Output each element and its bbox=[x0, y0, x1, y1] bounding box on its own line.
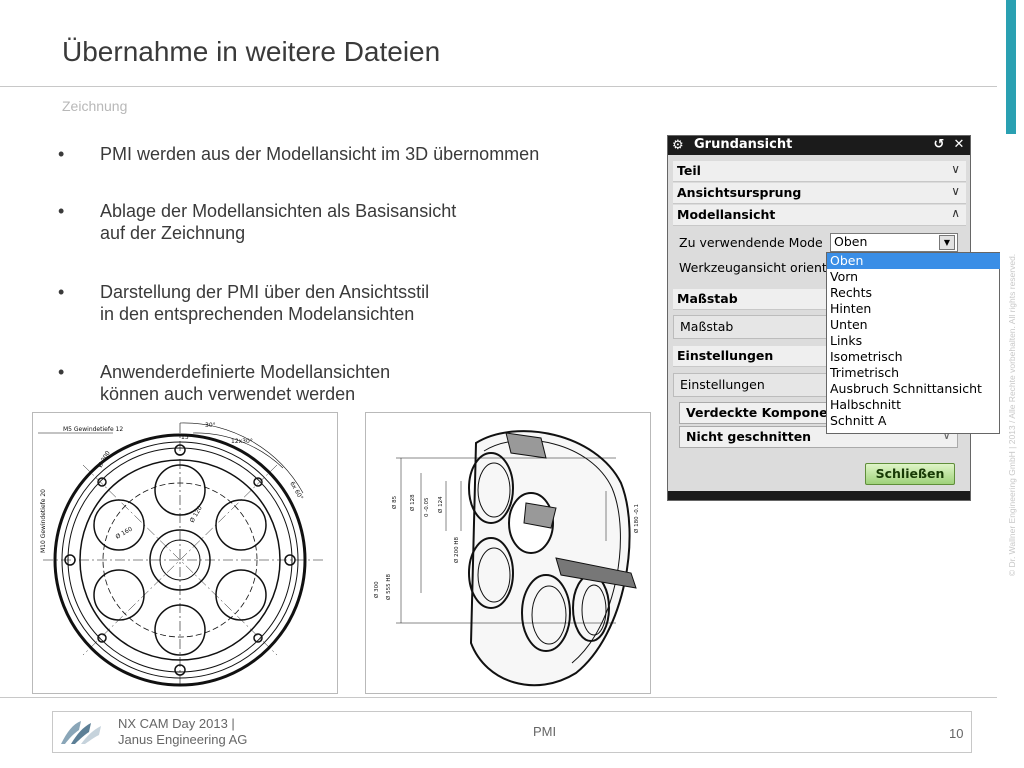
copyright-text: © Dr. Wallner Engineering GmbH | 2013 / … bbox=[1007, 253, 1017, 577]
dropdown-option-rechts[interactable]: Rechts bbox=[827, 285, 1000, 301]
dropdown-option-hinten[interactable]: Hinten bbox=[827, 301, 1000, 317]
dropdown-option-schnitt-a[interactable]: Schnitt A bbox=[827, 413, 1000, 429]
bullet-text: Darstellung der PMI über den Ansichtssti… bbox=[100, 282, 430, 324]
footer-topic: PMI bbox=[533, 724, 557, 739]
section-label: Verdeckte Komponen bbox=[686, 405, 837, 420]
copyright-notice: © Dr. Wallner Engineering GmbH | 2013 / … bbox=[1002, 230, 1017, 610]
dropdown-option-halbschnitt[interactable]: Halbschnitt bbox=[827, 397, 1000, 413]
annotation-dia-160: Ø 160 bbox=[115, 526, 134, 541]
page-number: 10 bbox=[949, 726, 964, 741]
annotation-angle-12x30: 12x30° bbox=[231, 438, 253, 445]
label-massstab: Maßstab bbox=[680, 319, 734, 334]
dropdown-option-unten[interactable]: Unten bbox=[827, 317, 1000, 333]
bullet-text: PMI werden aus der Modellansicht im 3D ü… bbox=[100, 144, 540, 164]
dropdown-option-vorn[interactable]: Vorn bbox=[827, 269, 1000, 285]
bullet-marker: • bbox=[58, 362, 65, 382]
annotation-angle-15: 15° bbox=[181, 434, 192, 441]
section-label: Einstellungen bbox=[677, 348, 774, 363]
dropdown-option-trimetrisch[interactable]: Trimetrisch bbox=[827, 365, 1000, 381]
annotation-thread-m10: M10 Gewindetiefe 20 bbox=[40, 489, 47, 553]
schliessen-button[interactable]: Schließen bbox=[865, 463, 955, 485]
annotation-dia-555-h8: Ø 555 H8 bbox=[385, 574, 392, 600]
bullet-marker: • bbox=[58, 282, 65, 302]
section-ansichtsursprung[interactable]: Ansichtsursprung ∨ bbox=[673, 183, 966, 204]
chevron-down-icon[interactable]: ▼ bbox=[939, 235, 955, 250]
drawing-front-view: M5 Gewindetiefe 12 15° 30° 12x30° M10 Ge… bbox=[32, 412, 338, 694]
title-divider bbox=[0, 86, 997, 87]
slide-title: Übernahme in weitere Dateien bbox=[62, 36, 441, 67]
dialog-title: Grundansicht bbox=[694, 137, 793, 152]
annotation-dia-124: Ø 124 bbox=[437, 496, 444, 513]
bullet-text: Ablage der Modellansichten als Basisansi… bbox=[100, 201, 457, 243]
drawing-isometric-view: Ø 85 Ø 128 0 -0.05 Ø 124 Ø 200 H8 Ø 180 … bbox=[365, 412, 651, 694]
model-view-dropdown: Oben Vorn Rechts Hinten Unten Links Isom… bbox=[826, 252, 1000, 434]
footer-company: NX CAM Day 2013 | Janus Engineering AG bbox=[118, 716, 248, 747]
label-zu-verwendende-mode: Zu verwendende Mode bbox=[679, 235, 823, 250]
annotation-dia-85: Ø 85 bbox=[391, 495, 398, 509]
bullet-marker: • bbox=[58, 201, 65, 221]
annotation-angle-30: 30° bbox=[205, 422, 216, 429]
chevron-down-icon: ∨ bbox=[951, 162, 960, 176]
front-view-graphic: M5 Gewindetiefe 12 15° 30° 12x30° M10 Ge… bbox=[38, 422, 323, 688]
footer-divider bbox=[0, 697, 997, 698]
model-view-select[interactable]: Oben ▼ bbox=[830, 233, 958, 252]
model-view-select-value: Oben bbox=[834, 234, 868, 249]
footer: NX CAM Day 2013 | Janus Engineering AG P… bbox=[52, 711, 972, 753]
gear-icon[interactable]: ⚙ bbox=[672, 138, 684, 153]
section-teil[interactable]: Teil ∨ bbox=[673, 161, 966, 182]
annotation-thread-m5: M5 Gewindetiefe 12 bbox=[63, 426, 123, 433]
section-label: Nicht geschnitten bbox=[686, 429, 812, 444]
annotation-dia-300: Ø 300 bbox=[373, 581, 380, 598]
chevron-up-icon: ∧ bbox=[951, 206, 960, 220]
isometric-view-graphic: Ø 85 Ø 128 0 -0.05 Ø 124 Ø 200 H8 Ø 180 … bbox=[373, 430, 640, 687]
annotation-tolerance: 0 -0.05 bbox=[424, 497, 430, 517]
label-werkzeugansicht: Werkzeugansicht orient bbox=[679, 260, 827, 275]
section-label: Ansichtsursprung bbox=[677, 185, 802, 200]
label-einstellungen: Einstellungen bbox=[680, 377, 765, 392]
section-modellansicht[interactable]: Modellansicht ∧ bbox=[673, 205, 966, 226]
dialog-title-bar[interactable]: ⚙ Grundansicht ↺ ✕ bbox=[668, 136, 970, 155]
annotation-dia-180: Ø 180 -0.1 bbox=[633, 504, 640, 533]
bullet-text: Anwenderdefinierte Modellansichten könne… bbox=[100, 362, 391, 404]
section-label: Maßstab bbox=[677, 291, 738, 306]
chevron-down-icon: ∨ bbox=[951, 184, 960, 198]
close-icon[interactable]: ✕ bbox=[950, 137, 968, 154]
annotation-dia-200-h8: Ø 200 H8 bbox=[453, 537, 460, 563]
slide-subtitle: Zeichnung bbox=[62, 98, 128, 114]
reset-icon[interactable]: ↺ bbox=[930, 137, 948, 154]
section-label: Modellansicht bbox=[677, 207, 776, 222]
company-logo-icon bbox=[61, 721, 101, 744]
bullet-marker: • bbox=[58, 144, 65, 164]
annotation-dia-128: Ø 128 bbox=[409, 494, 416, 511]
annotation-dia-120: Ø 120 bbox=[189, 505, 204, 524]
dropdown-option-oben[interactable]: Oben bbox=[827, 253, 1000, 269]
section-label: Teil bbox=[677, 163, 701, 178]
dialog-bottom-bar bbox=[668, 491, 970, 500]
dropdown-option-links[interactable]: Links bbox=[827, 333, 1000, 349]
dropdown-option-isometrisch[interactable]: Isometrisch bbox=[827, 349, 1000, 365]
accent-bar bbox=[1006, 0, 1016, 134]
annotation-dia-200: Ø 200 bbox=[97, 450, 112, 469]
dropdown-option-ausbruch[interactable]: Ausbruch Schnittansicht bbox=[827, 381, 1000, 397]
